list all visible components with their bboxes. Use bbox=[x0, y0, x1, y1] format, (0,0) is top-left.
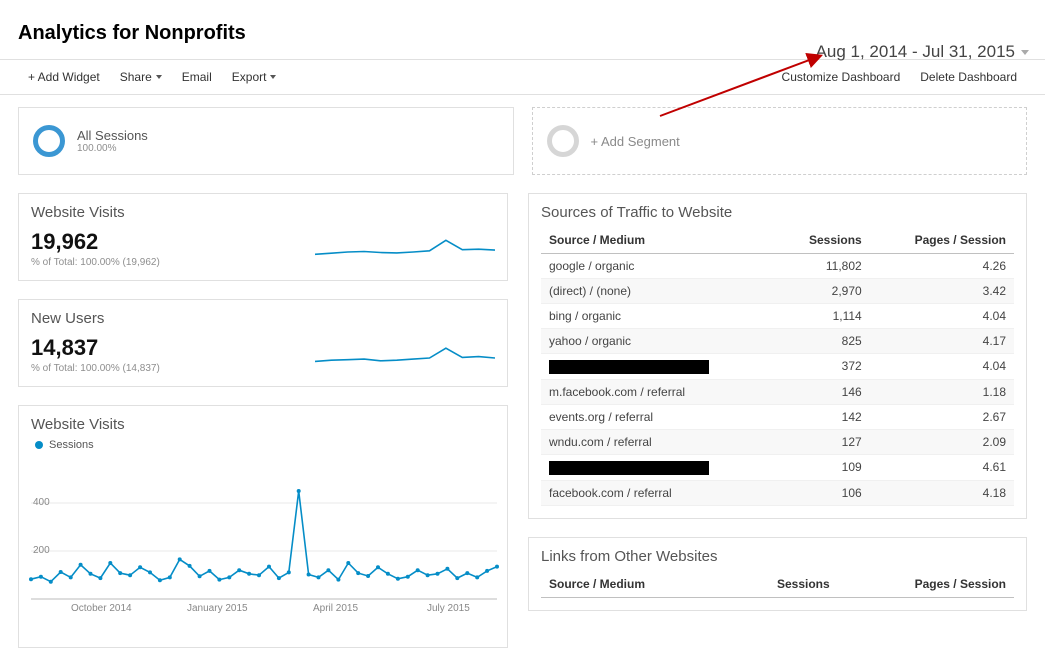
segment-title: All Sessions bbox=[77, 128, 148, 143]
cell-source: wndu.com / referral bbox=[541, 429, 777, 454]
card-links-other-websites: Links from Other Websites Source / Mediu… bbox=[528, 537, 1027, 611]
card-title: Sources of Traffic to Website bbox=[541, 204, 1014, 221]
cell-source: yahoo / organic bbox=[541, 329, 777, 354]
y-axis-label: 200 bbox=[33, 545, 50, 556]
legend-dot-icon bbox=[35, 441, 43, 449]
circle-icon bbox=[33, 125, 65, 157]
date-range-label: Aug 1, 2014 - Jul 31, 2015 bbox=[816, 42, 1015, 62]
cell-pps: 4.17 bbox=[870, 329, 1014, 354]
cell-sessions: 825 bbox=[777, 329, 869, 354]
cell-pps: 4.61 bbox=[870, 454, 1014, 480]
cell-pps: 1.18 bbox=[870, 379, 1014, 404]
chart-legend: Sessions bbox=[35, 439, 495, 451]
chevron-down-icon bbox=[270, 75, 276, 79]
redacted bbox=[549, 461, 709, 475]
date-range-picker[interactable]: Aug 1, 2014 - Jul 31, 2015 bbox=[816, 42, 1029, 62]
add-widget-button[interactable]: + Add Widget bbox=[18, 60, 110, 94]
col-pps[interactable]: Pages / Session bbox=[838, 571, 1014, 598]
table-row[interactable]: events.org / referral1422.67 bbox=[541, 404, 1014, 429]
table-row[interactable]: 3724.04 bbox=[541, 354, 1014, 380]
cell-pps: 4.26 bbox=[870, 254, 1014, 279]
y-axis-label: 400 bbox=[33, 497, 50, 508]
x-axis-label: January 2015 bbox=[187, 603, 248, 614]
cell-source: bing / organic bbox=[541, 304, 777, 329]
cell-sessions: 11,802 bbox=[777, 254, 869, 279]
chart bbox=[31, 455, 497, 615]
cell-source: (direct) / (none) bbox=[541, 279, 777, 304]
circle-icon bbox=[547, 125, 579, 157]
table-row[interactable]: yahoo / organic8254.17 bbox=[541, 329, 1014, 354]
cell-sessions: 2,970 bbox=[777, 279, 869, 304]
customize-dashboard-link[interactable]: Customize Dashboard bbox=[772, 60, 911, 94]
x-axis-label: October 2014 bbox=[71, 603, 132, 614]
cell-source: m.facebook.com / referral bbox=[541, 379, 777, 404]
table-row[interactable]: wndu.com / referral1272.09 bbox=[541, 429, 1014, 454]
cell-source: google / organic bbox=[541, 254, 777, 279]
cell-sessions: 372 bbox=[777, 354, 869, 380]
links-table: Source / Medium Sessions Pages / Session bbox=[541, 571, 1014, 598]
sparkline bbox=[315, 238, 495, 268]
segment-percent: 100.00% bbox=[77, 143, 148, 154]
cell-sessions: 127 bbox=[777, 429, 869, 454]
cell-pps: 2.67 bbox=[870, 404, 1014, 429]
table-row[interactable]: facebook.com / referral1064.18 bbox=[541, 480, 1014, 505]
table-row[interactable]: m.facebook.com / referral1461.18 bbox=[541, 379, 1014, 404]
metric-sub: % of Total: 100.00% (19,962) bbox=[31, 257, 315, 268]
card-title: Website Visits bbox=[31, 416, 495, 433]
x-axis-label: July 2015 bbox=[427, 603, 470, 614]
chevron-down-icon bbox=[156, 75, 162, 79]
card-title: New Users bbox=[31, 310, 495, 327]
col-sessions[interactable]: Sessions bbox=[725, 571, 838, 598]
cell-source: events.org / referral bbox=[541, 404, 777, 429]
col-source[interactable]: Source / Medium bbox=[541, 227, 777, 254]
cell-pps: 4.04 bbox=[870, 304, 1014, 329]
cell-sessions: 106 bbox=[777, 480, 869, 505]
metric-value: 14,837 bbox=[31, 335, 315, 361]
export-menu[interactable]: Export bbox=[222, 60, 287, 94]
card-sessions-chart: Website Visits Sessions 400 200 October … bbox=[18, 405, 508, 648]
cell-source bbox=[541, 354, 777, 380]
card-website-visits: Website Visits 19,962 % of Total: 100.00… bbox=[18, 193, 508, 281]
redacted bbox=[549, 360, 709, 374]
cell-pps: 4.04 bbox=[870, 354, 1014, 380]
col-pps[interactable]: Pages / Session bbox=[870, 227, 1014, 254]
cell-pps: 3.42 bbox=[870, 279, 1014, 304]
toolbar: + Add Widget Share Email Export Customiz… bbox=[0, 59, 1045, 95]
x-axis-label: April 2015 bbox=[313, 603, 358, 614]
email-button[interactable]: Email bbox=[172, 60, 222, 94]
cell-pps: 2.09 bbox=[870, 429, 1014, 454]
cell-sessions: 146 bbox=[777, 379, 869, 404]
col-source[interactable]: Source / Medium bbox=[541, 571, 725, 598]
add-segment-button[interactable]: + Add Segment bbox=[532, 107, 1028, 175]
card-title: Links from Other Websites bbox=[541, 548, 1014, 565]
card-traffic-sources: Sources of Traffic to Website Source / M… bbox=[528, 193, 1027, 519]
cell-pps: 4.18 bbox=[870, 480, 1014, 505]
card-title: Website Visits bbox=[31, 204, 495, 221]
add-segment-label: + Add Segment bbox=[591, 134, 680, 149]
sparkline bbox=[315, 344, 495, 374]
metric-value: 19,962 bbox=[31, 229, 315, 255]
cell-sessions: 109 bbox=[777, 454, 869, 480]
table-row[interactable]: 1094.61 bbox=[541, 454, 1014, 480]
cell-sessions: 142 bbox=[777, 404, 869, 429]
cell-sessions: 1,114 bbox=[777, 304, 869, 329]
delete-dashboard-link[interactable]: Delete Dashboard bbox=[910, 60, 1027, 94]
table-row[interactable]: bing / organic1,1144.04 bbox=[541, 304, 1014, 329]
sources-table: Source / Medium Sessions Pages / Session… bbox=[541, 227, 1014, 506]
metric-sub: % of Total: 100.00% (14,837) bbox=[31, 363, 315, 374]
chevron-down-icon bbox=[1021, 50, 1029, 55]
card-new-users: New Users 14,837 % of Total: 100.00% (14… bbox=[18, 299, 508, 387]
segment-all-sessions[interactable]: All Sessions 100.00% bbox=[18, 107, 514, 175]
cell-source bbox=[541, 454, 777, 480]
col-sessions[interactable]: Sessions bbox=[777, 227, 869, 254]
cell-source: facebook.com / referral bbox=[541, 480, 777, 505]
table-row[interactable]: google / organic11,8024.26 bbox=[541, 254, 1014, 279]
share-menu[interactable]: Share bbox=[110, 60, 172, 94]
table-row[interactable]: (direct) / (none)2,9703.42 bbox=[541, 279, 1014, 304]
